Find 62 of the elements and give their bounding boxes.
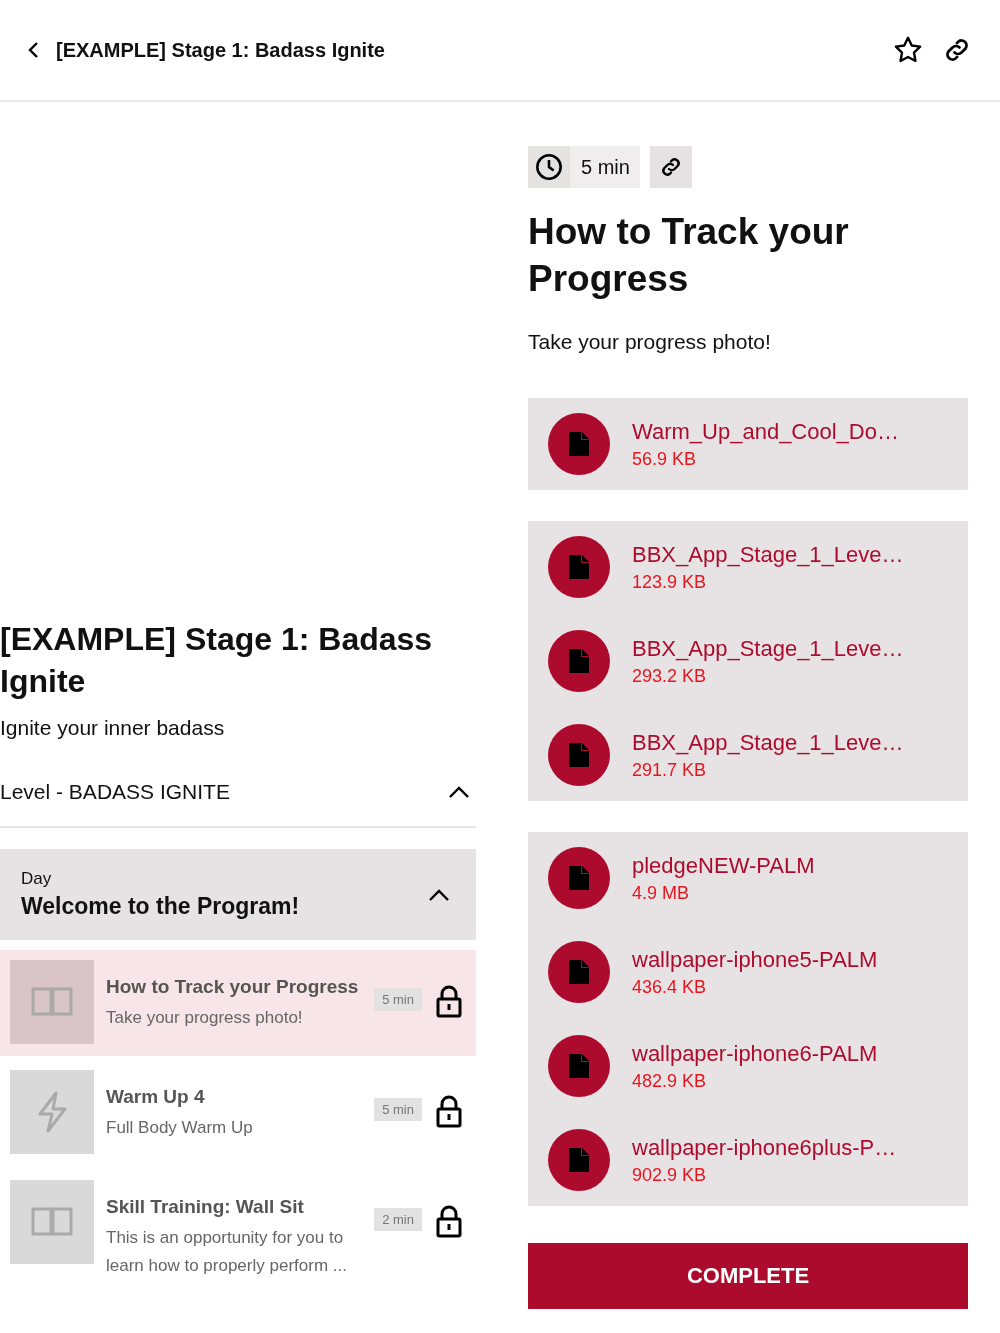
document-icon <box>548 1035 610 1097</box>
attachment-item[interactable]: wallpaper-iphone6plus-P… 902.9 KB <box>548 1129 948 1191</box>
duration-chip: 5 min <box>528 146 640 188</box>
file-name: BBX_App_Stage_1_Leve… <box>632 729 904 756</box>
attachment-item[interactable]: wallpaper-iphone6-PALM 482.9 KB <box>548 1035 948 1097</box>
clock-icon <box>535 153 563 181</box>
copy-link-button[interactable] <box>649 146 692 188</box>
lesson-description: Full Body Warm Up <box>106 1117 254 1139</box>
chevron-icon <box>448 785 470 799</box>
document-icon <box>548 630 610 692</box>
chevron-icon <box>428 887 450 902</box>
lock-icon <box>434 1204 464 1238</box>
document-icon <box>548 413 610 475</box>
day-header[interactable]: Day Welcome to the Program! <box>0 849 476 940</box>
level-header[interactable]: Level - BADASS IGNITE <box>0 740 476 828</box>
complete-button[interactable]: COMPLETE <box>528 1243 968 1309</box>
file-name: wallpaper-iphone6-PALM <box>632 1040 878 1067</box>
file-size: 293.2 KB <box>632 665 708 687</box>
lesson-description: Take your progress photo! <box>528 330 772 354</box>
file-size: 902.9 KB <box>632 1164 708 1186</box>
file-size: 4.9 MB <box>632 882 691 904</box>
document-icon <box>548 847 610 909</box>
document-icon <box>548 724 610 786</box>
lesson-duration: 5 min <box>374 1098 422 1121</box>
lesson-title: How to Track your Progress <box>106 976 360 998</box>
lock-icon <box>434 984 464 1018</box>
program-title: [EXAMPLE] Stage 1: Badass Ignite <box>0 620 434 701</box>
lesson-description: Take your progress photo! <box>106 1007 304 1029</box>
file-name: Warm_Up_and_Cool_Do… <box>632 418 899 445</box>
document-icon <box>548 536 610 598</box>
document-icon <box>548 941 610 1003</box>
lesson-title: How to Track your Progress <box>528 210 850 301</box>
lesson-description: This is an opportunity for you to learn how to properly perform ... <box>106 1227 348 1277</box>
lesson-item[interactable]: How to Track your Progress Take your progress photo! 5 min <box>0 950 476 1056</box>
document-icon <box>548 1129 610 1191</box>
attachment-item[interactable]: BBX_App_Stage_1_Leve… 123.9 KB <box>548 536 948 598</box>
lesson-item[interactable]: Warm Up 4 Full Body Warm Up 5 min <box>0 1060 476 1166</box>
book-icon <box>30 1206 74 1238</box>
file-size: 291.7 KB <box>632 759 708 781</box>
file-name: BBX_App_Stage_1_Leve… <box>632 541 904 568</box>
attachment-item[interactable]: pledgeNEW-PALM 4.9 MB <box>548 847 948 909</box>
file-name: wallpaper-iphone6plus-P… <box>632 1134 897 1161</box>
lesson-title: Warm Up 4 <box>106 1086 206 1108</box>
attachment-item[interactable]: BBX_App_Stage_1_Leve… 293.2 KB <box>548 630 948 692</box>
lesson-duration: 5 min <box>374 988 422 1011</box>
file-name: wallpaper-iphone5-PALM <box>632 946 878 973</box>
page-title: [EXAMPLE] Stage 1: Badass Ignite <box>56 38 385 62</box>
file-size: 482.9 KB <box>632 1070 708 1092</box>
attachment-item[interactable]: wallpaper-iphone5-PALM 436.4 KB <box>548 941 948 1003</box>
lesson-duration: 2 min <box>374 1208 422 1231</box>
file-size: 436.4 KB <box>632 976 708 998</box>
lock-icon <box>434 1094 464 1128</box>
lesson-title: Skill Training: Wall Sit <box>106 1196 305 1218</box>
file-name: pledgeNEW-PALM <box>632 852 815 879</box>
attachment-item[interactable]: Warm_Up_and_Cool_Do… 56.9 KB <box>548 413 948 475</box>
attachment-item[interactable]: BBX_App_Stage_1_Leve… 291.7 KB <box>548 724 948 786</box>
file-size: 123.9 KB <box>632 571 708 593</box>
file-size: 56.9 KB <box>632 448 698 470</box>
book-icon <box>30 986 74 1018</box>
program-subtitle: Ignite your inner badass <box>0 716 226 740</box>
file-name: BBX_App_Stage_1_Leve… <box>632 635 904 662</box>
lesson-item[interactable]: Skill Training: Wall Sit This is an opportunity for you to learn how to properly perform ... 2 min <box>0 1170 476 1290</box>
